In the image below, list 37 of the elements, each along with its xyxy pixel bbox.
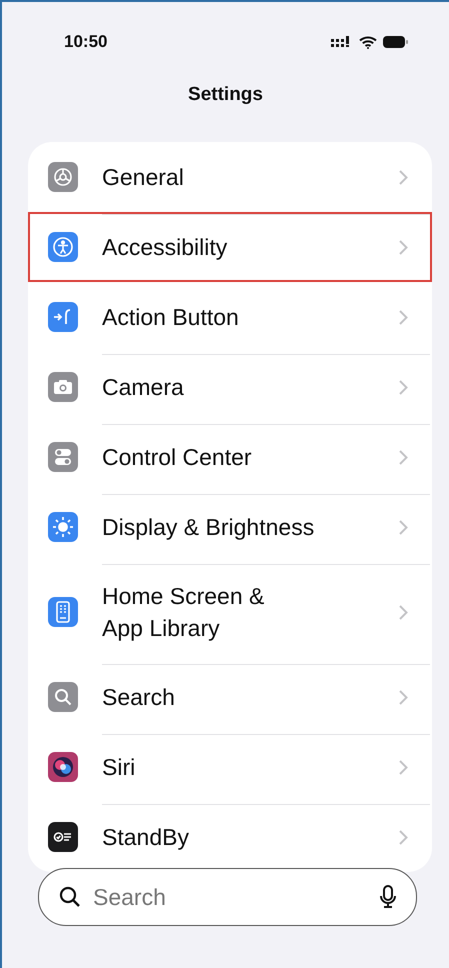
settings-row[interactable]: Action Button xyxy=(28,282,432,352)
settings-row[interactable]: Accessibility xyxy=(28,212,432,282)
chevron-icon xyxy=(399,604,408,620)
chevron-icon xyxy=(399,380,408,394)
row-label: Accessibility xyxy=(102,232,228,262)
row-label: Home Screen & App Library xyxy=(102,582,266,643)
microphone-icon[interactable] xyxy=(380,885,396,909)
row-label: Search xyxy=(102,682,176,712)
search-field[interactable]: Search xyxy=(91,882,370,912)
settings-row[interactable]: Siri xyxy=(28,732,432,802)
row-label: Control Center xyxy=(102,442,253,472)
row-label: Camera xyxy=(102,372,185,402)
settings-row[interactable]: Search xyxy=(28,662,432,732)
row-label: Siri xyxy=(102,752,136,782)
battery-icon xyxy=(383,36,409,48)
wifi-icon xyxy=(359,36,377,48)
page-title: Settings xyxy=(187,84,264,106)
chevron-icon xyxy=(399,520,408,534)
chevron-icon xyxy=(399,240,408,254)
chevron-icon xyxy=(399,310,408,324)
chevron-icon xyxy=(399,760,408,774)
chevron-icon xyxy=(399,690,408,704)
row-label: Action Button xyxy=(102,302,240,332)
chevron-icon xyxy=(399,450,408,464)
search-bar[interactable]: Search xyxy=(38,868,417,926)
chevron-icon xyxy=(399,170,408,184)
row-label: General xyxy=(102,162,185,192)
row-label: StandBy xyxy=(102,822,190,852)
chevron-icon xyxy=(399,830,408,844)
row-label: Display & Brightness xyxy=(102,512,316,542)
settings-row[interactable]: Control Center xyxy=(28,422,432,492)
settings-row[interactable]: General xyxy=(28,142,432,212)
settings-row[interactable]: Home Screen & App Library xyxy=(28,562,432,662)
settings-row[interactable]: Camera xyxy=(28,352,432,422)
status-time: 10:50 xyxy=(64,32,108,52)
settings-row[interactable]: Display & Brightness xyxy=(28,492,432,562)
search-icon xyxy=(59,886,81,908)
